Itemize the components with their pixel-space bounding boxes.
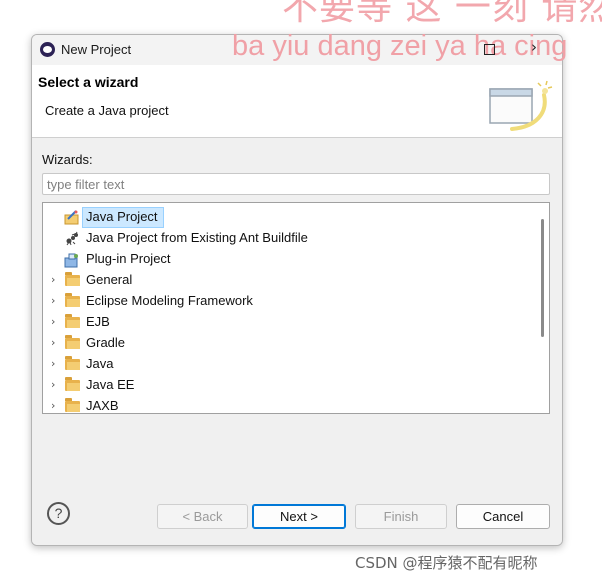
tree-item-gradle[interactable]: › Gradle (43, 333, 533, 354)
wizard-banner-graphic-icon (489, 80, 553, 131)
tree-item-ant-buildfile[interactable]: Java Project from Existing Ant Buildfile (43, 228, 533, 249)
folder-icon (65, 356, 80, 370)
folder-icon (65, 377, 80, 391)
next-button[interactable]: Next > (252, 504, 346, 529)
scrollbar-thumb[interactable] (541, 219, 544, 337)
folder-icon (65, 293, 80, 307)
new-project-dialog: New Project Select a wizard Create a Jav… (31, 34, 563, 546)
watermark: CSDN @程序猿不配有昵称 (355, 554, 538, 572)
wizards-label: Wizards: (42, 152, 93, 167)
chevron-right-icon[interactable]: › (51, 316, 61, 328)
banner-description: Create a Java project (45, 103, 169, 118)
chevron-right-icon[interactable]: › (51, 379, 61, 391)
filter-input[interactable] (42, 173, 550, 195)
tree-scrollbar[interactable] (537, 203, 549, 413)
wizard-tree[interactable]: Java Project Java Project from Existing … (42, 202, 550, 414)
tree-item-general[interactable]: › General (43, 270, 533, 291)
overlay-top-text: 不要等 这 一刻 请然 (282, 0, 602, 28)
chevron-right-icon[interactable]: › (51, 295, 61, 307)
close-icon[interactable]: › (531, 38, 537, 56)
tree-item-java-project[interactable]: Java Project (43, 207, 533, 228)
chevron-right-icon[interactable]: › (51, 400, 61, 412)
java-project-icon (64, 210, 79, 225)
banner-title: Select a wizard (38, 74, 139, 90)
tree-item-plugin-project[interactable]: Plug-in Project (43, 249, 533, 270)
tree-item-label: Gradle (86, 335, 126, 350)
finish-button[interactable]: Finish (355, 504, 447, 529)
folder-icon (65, 398, 80, 412)
tree-item-label: Java EE (86, 377, 135, 392)
back-button[interactable]: < Back (157, 504, 248, 529)
wizard-banner: Select a wizard Create a Java project (32, 65, 562, 138)
tree-item-java[interactable]: › Java (43, 354, 533, 375)
tree-item-eclipse-modeling-framework[interactable]: › Eclipse Modeling Framework (43, 291, 533, 312)
maximize-icon[interactable] (484, 44, 495, 55)
folder-icon (65, 272, 80, 286)
tree-item-label: Plug-in Project (86, 251, 171, 266)
folder-icon (65, 335, 80, 349)
tree-item-java-ee[interactable]: › Java EE (43, 375, 533, 396)
cancel-button[interactable]: Cancel (456, 504, 550, 529)
ant-icon (66, 231, 78, 246)
window-title: New Project (61, 42, 132, 57)
chevron-right-icon[interactable]: › (51, 274, 61, 286)
plugin-project-icon (64, 253, 78, 268)
overlay-sub-text: ba yiu dang zei ya ha cing (232, 30, 568, 62)
tree-item-label: General (86, 272, 133, 287)
tree-item-ejb[interactable]: › EJB (43, 312, 533, 333)
help-icon[interactable]: ? (47, 502, 70, 525)
tree-item-label: Java Project from Existing Ant Buildfile (86, 230, 308, 245)
tree-item-label: JAXB (86, 398, 119, 413)
folder-icon (65, 314, 80, 328)
chevron-right-icon[interactable]: › (51, 337, 61, 349)
eclipse-icon (40, 42, 55, 57)
tree-item-label: Java Project (86, 209, 158, 224)
tree-item-label: Java (86, 356, 114, 371)
tree-item-label: EJB (86, 314, 110, 329)
tree-item-jaxb[interactable]: › JAXB (43, 396, 533, 413)
tree-item-label: Eclipse Modeling Framework (86, 293, 253, 308)
chevron-right-icon[interactable]: › (51, 358, 61, 370)
